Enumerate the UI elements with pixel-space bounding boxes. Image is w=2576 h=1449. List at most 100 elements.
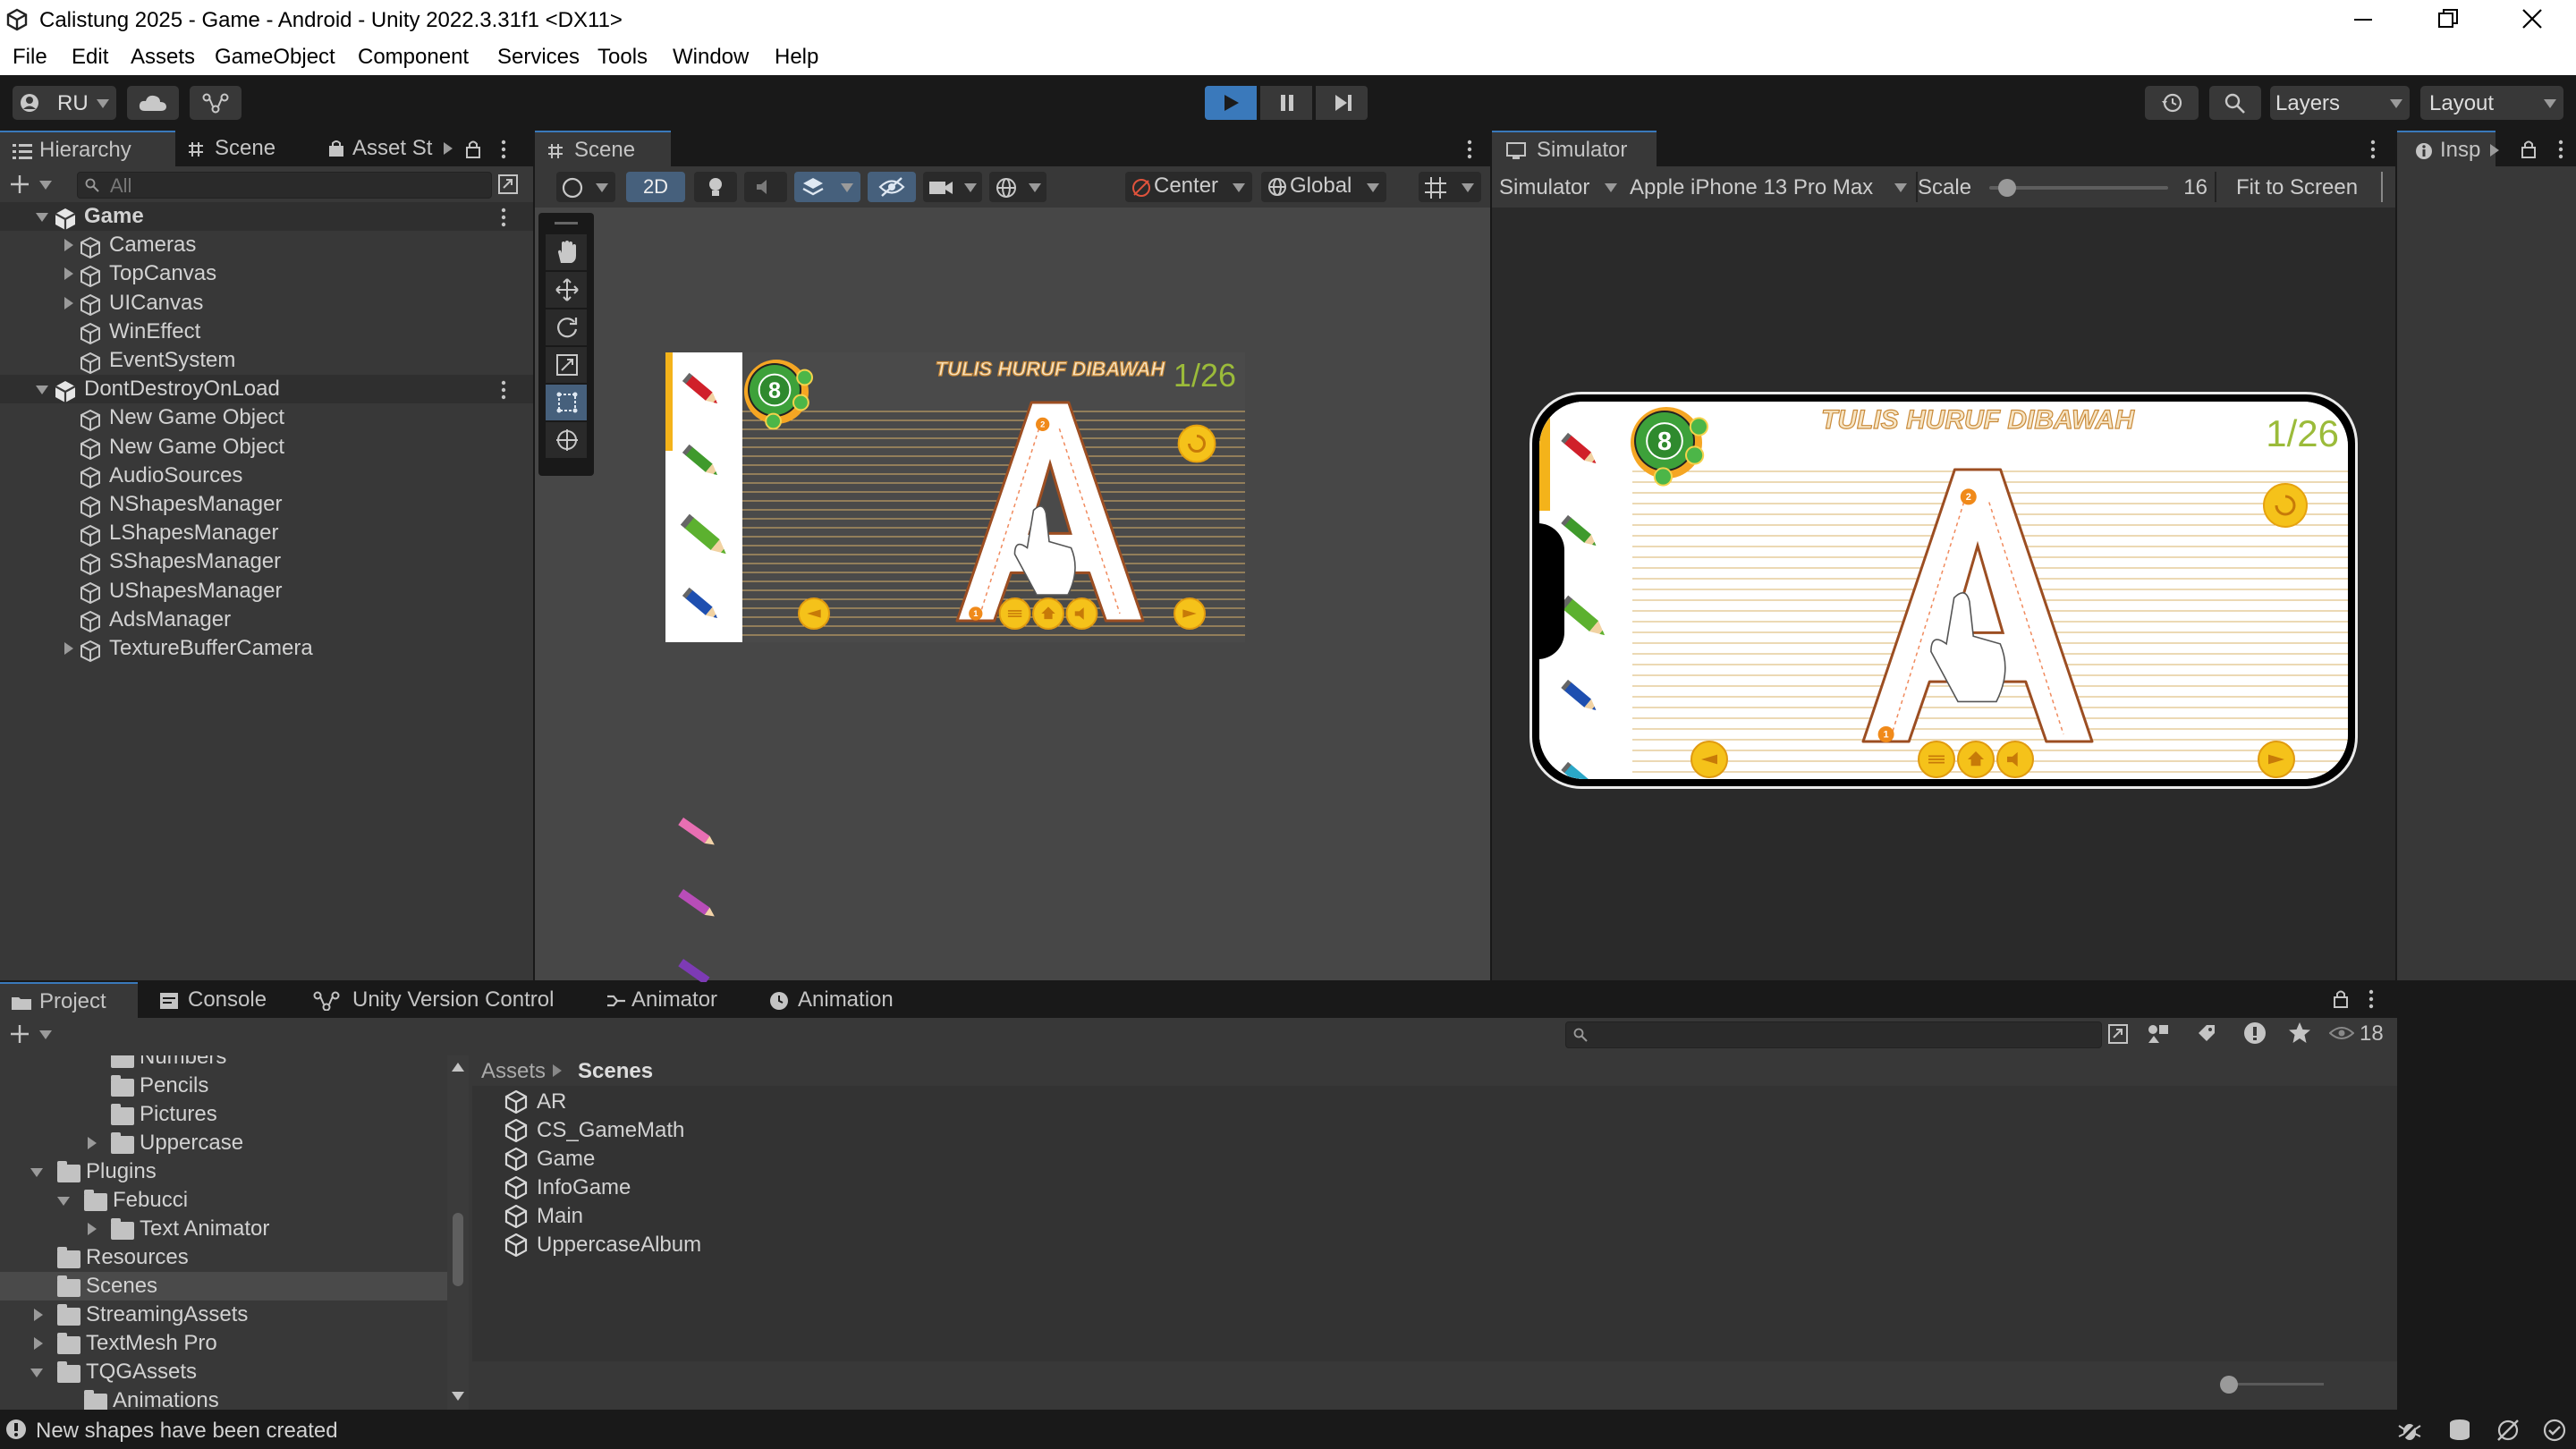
chevron-down-icon[interactable] bbox=[57, 1197, 70, 1206]
hand-tool-button[interactable] bbox=[546, 234, 587, 270]
scroll-down-icon[interactable] bbox=[452, 1392, 464, 1401]
scene-file-item[interactable]: InfoGame bbox=[504, 1174, 1041, 1202]
progress-check-icon[interactable] bbox=[2542, 1419, 2567, 1442]
chevron-right-icon[interactable] bbox=[64, 239, 73, 252]
project-folder-item[interactable]: Pictures bbox=[0, 1100, 447, 1129]
type-filter-icon[interactable] bbox=[2147, 1023, 2170, 1045]
zoom-slider-thumb[interactable] bbox=[2220, 1376, 2238, 1394]
zoom-slider-track[interactable] bbox=[2225, 1383, 2324, 1385]
hierarchy-search-input[interactable]: All bbox=[77, 172, 492, 199]
menu-file[interactable]: File bbox=[13, 45, 47, 70]
hierarchy-item[interactable]: Cameras bbox=[0, 231, 533, 259]
more-icon[interactable] bbox=[2368, 140, 2377, 159]
lock-icon[interactable] bbox=[465, 140, 481, 159]
history-button[interactable] bbox=[2145, 86, 2199, 120]
scene-file-item[interactable]: CS_GameMath bbox=[504, 1116, 1041, 1145]
move-tool-button[interactable] bbox=[546, 272, 587, 308]
hierarchy-item[interactable]: LShapesManager bbox=[0, 519, 533, 547]
audio-toggle[interactable] bbox=[744, 172, 787, 202]
eye-icon[interactable] bbox=[2329, 1025, 2354, 1041]
transform-tool-button[interactable] bbox=[546, 422, 587, 458]
chevron-down-icon[interactable] bbox=[36, 213, 48, 222]
step-button[interactable] bbox=[1316, 86, 1368, 120]
chevron-down-icon[interactable] bbox=[36, 386, 48, 395]
project-add-button[interactable] bbox=[9, 1021, 63, 1048]
phone-screen[interactable]: 8 TULIS HURUF DIBAWAH 1/26 1 2 bbox=[1539, 402, 2348, 779]
space-dropdown[interactable]: Global bbox=[1261, 172, 1386, 202]
tree-scrollbar-thumb[interactable] bbox=[453, 1213, 463, 1286]
more-icon[interactable] bbox=[2556, 140, 2565, 159]
lighting-toggle[interactable] bbox=[694, 172, 737, 202]
scene-file-item[interactable]: AR bbox=[504, 1088, 1041, 1116]
tab-version-control[interactable]: Unity Version Control bbox=[302, 982, 580, 1018]
network-off-icon[interactable] bbox=[2496, 1419, 2521, 1442]
project-folder-item[interactable]: Plugins bbox=[0, 1157, 447, 1186]
visibility-toggle[interactable] bbox=[868, 172, 916, 202]
chevron-right-icon[interactable] bbox=[88, 1223, 97, 1235]
chevron-right-icon[interactable] bbox=[34, 1309, 43, 1321]
tab-inspector[interactable]: Insp bbox=[2397, 131, 2499, 166]
hierarchy-item[interactable]: NShapesManager bbox=[0, 490, 533, 519]
menu-gameobject[interactable]: GameObject bbox=[215, 45, 335, 70]
chevron-right-icon[interactable] bbox=[64, 267, 73, 281]
cloud-button[interactable] bbox=[127, 86, 179, 120]
project-folder-item[interactable]: Pencils bbox=[0, 1072, 447, 1100]
gizmos-dropdown[interactable] bbox=[989, 172, 1046, 202]
search-button[interactable] bbox=[2209, 86, 2261, 120]
project-folder-item[interactable]: Uppercase bbox=[0, 1129, 447, 1157]
restore-icon[interactable] bbox=[2436, 7, 2460, 30]
warning-filter-icon[interactable] bbox=[2243, 1021, 2267, 1045]
scene-file-item[interactable]: Game bbox=[504, 1145, 1041, 1174]
breadcrumb-assets[interactable]: Assets bbox=[481, 1059, 546, 1084]
scene-visibility-icon[interactable] bbox=[497, 174, 519, 195]
scene-file-item[interactable]: Main bbox=[504, 1202, 1041, 1231]
menu-services[interactable]: Services bbox=[497, 45, 580, 70]
lock-icon[interactable] bbox=[2521, 140, 2537, 159]
status-message[interactable]: New shapes have been created bbox=[36, 1419, 338, 1444]
hierarchy-item[interactable]: UShapesManager bbox=[0, 577, 533, 606]
chevron-right-icon[interactable] bbox=[34, 1337, 43, 1350]
scroll-up-icon[interactable] bbox=[452, 1063, 464, 1072]
shading-mode-dropdown[interactable] bbox=[556, 172, 615, 202]
hierarchy-item[interactable]: EventSystem bbox=[0, 346, 533, 375]
hierarchy-item[interactable]: AudioSources bbox=[0, 462, 533, 490]
project-folder-item[interactable]: TQGAssets bbox=[0, 1358, 447, 1386]
tab-animation[interactable]: Animation bbox=[758, 982, 919, 1018]
play-button[interactable] bbox=[1205, 86, 1257, 120]
scale-slider-track[interactable] bbox=[1989, 186, 2168, 190]
device-dropdown[interactable]: Apple iPhone 13 Pro Max bbox=[1630, 172, 1909, 202]
hierarchy-item[interactable]: New Game Object bbox=[0, 403, 533, 432]
bug-off-icon[interactable] bbox=[2397, 1419, 2422, 1442]
tab-simulator[interactable]: Simulator bbox=[1492, 131, 1657, 166]
scene-file-item[interactable]: UppercaseAlbum bbox=[504, 1231, 1041, 1259]
more-icon[interactable] bbox=[1465, 140, 1474, 159]
rect-tool-button[interactable] bbox=[546, 385, 587, 420]
chevron-down-icon[interactable] bbox=[30, 1368, 43, 1377]
project-folder-item[interactable]: Febucci bbox=[0, 1186, 447, 1215]
chevron-down-icon[interactable] bbox=[30, 1168, 43, 1177]
minimize-icon[interactable] bbox=[2352, 9, 2374, 30]
project-folder-item[interactable]: TextMesh Pro bbox=[0, 1329, 447, 1358]
project-folder-item[interactable]: Numbers bbox=[0, 1055, 447, 1072]
close-icon[interactable] bbox=[2521, 7, 2544, 30]
hierarchy-item[interactable]: AdsManager bbox=[0, 606, 533, 634]
hierarchy-item[interactable]: WinEffect bbox=[0, 318, 533, 346]
fit-to-screen-button[interactable]: Fit to Screen bbox=[2236, 175, 2358, 200]
label-filter-icon[interactable] bbox=[2197, 1023, 2216, 1043]
simulator-mode-dropdown[interactable]: Simulator bbox=[1499, 172, 1617, 202]
tab-hierarchy[interactable]: Hierarchy bbox=[0, 131, 175, 166]
tab-asset-store[interactable]: Asset St bbox=[322, 131, 456, 166]
camera-dropdown[interactable] bbox=[923, 172, 982, 202]
menu-window[interactable]: Window bbox=[673, 45, 749, 70]
tab-console[interactable]: Console bbox=[143, 982, 286, 1018]
more-icon[interactable] bbox=[2367, 989, 2376, 1009]
hierarchy-item[interactable]: New Game Object bbox=[0, 433, 533, 462]
scale-slider-thumb[interactable] bbox=[1998, 179, 2016, 197]
chevron-right-icon[interactable] bbox=[88, 1137, 97, 1149]
chevron-right-icon[interactable] bbox=[64, 296, 73, 309]
project-folder-item[interactable]: Scenes bbox=[0, 1272, 447, 1301]
hierarchy-item[interactable]: SShapesManager bbox=[0, 547, 533, 576]
menu-tools[interactable]: Tools bbox=[597, 45, 648, 70]
more-icon[interactable] bbox=[499, 140, 508, 159]
lock-icon[interactable] bbox=[2333, 989, 2349, 1009]
